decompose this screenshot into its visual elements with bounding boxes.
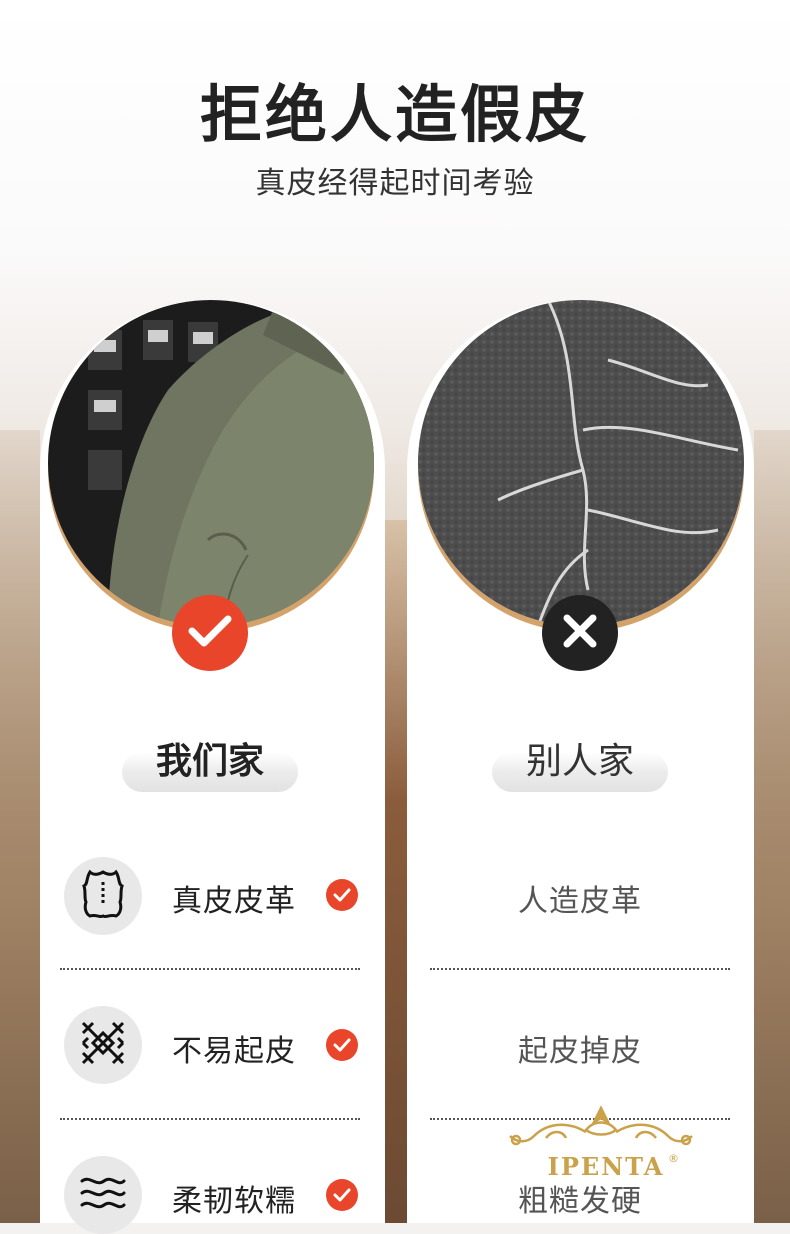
background-side-left bbox=[0, 430, 40, 1223]
feature-icon-circle bbox=[64, 1006, 142, 1084]
registered-mark: ® bbox=[668, 1152, 679, 1165]
check-icon bbox=[188, 613, 232, 653]
feature-text-right: 起皮掉皮 bbox=[518, 1034, 642, 1069]
feature-icon-circle bbox=[64, 857, 142, 935]
competitor-label: 别人家 bbox=[525, 741, 634, 782]
feature-check-icon bbox=[326, 1179, 358, 1211]
feature-check-icon bbox=[326, 1029, 358, 1061]
our-product-label: 我们家 bbox=[155, 741, 264, 782]
feature-text-left: 柔韧软糯 bbox=[172, 1184, 296, 1219]
page-subtitle: 真皮经得起时间考验 bbox=[255, 166, 535, 201]
feature-text-left: 不易起皮 bbox=[172, 1034, 296, 1069]
cracked-fake-leather-photo bbox=[418, 300, 744, 626]
feature-check-icon bbox=[326, 879, 358, 911]
background-middle-strip bbox=[385, 520, 407, 1223]
row-divider-right bbox=[430, 968, 730, 970]
feature-text-right: 人造皮革 bbox=[518, 884, 642, 919]
row-divider-left bbox=[60, 968, 360, 970]
waves-icon bbox=[78, 1173, 128, 1217]
woven-texture-icon bbox=[78, 1018, 128, 1072]
cross-badge bbox=[542, 595, 618, 671]
genuine-leather-jacket-photo bbox=[48, 300, 374, 626]
feature-icon-circle bbox=[64, 1156, 142, 1234]
background-side-right bbox=[754, 430, 790, 1223]
check-badge bbox=[172, 595, 248, 671]
brand-logo-text: IPENTA bbox=[547, 1152, 665, 1181]
page-title: 拒绝人造假皮 bbox=[199, 78, 590, 151]
cross-icon bbox=[562, 613, 598, 653]
feature-text-left: 真皮皮革 bbox=[172, 884, 296, 919]
row-divider-left bbox=[60, 1118, 360, 1120]
leather-hide-icon bbox=[80, 868, 126, 924]
